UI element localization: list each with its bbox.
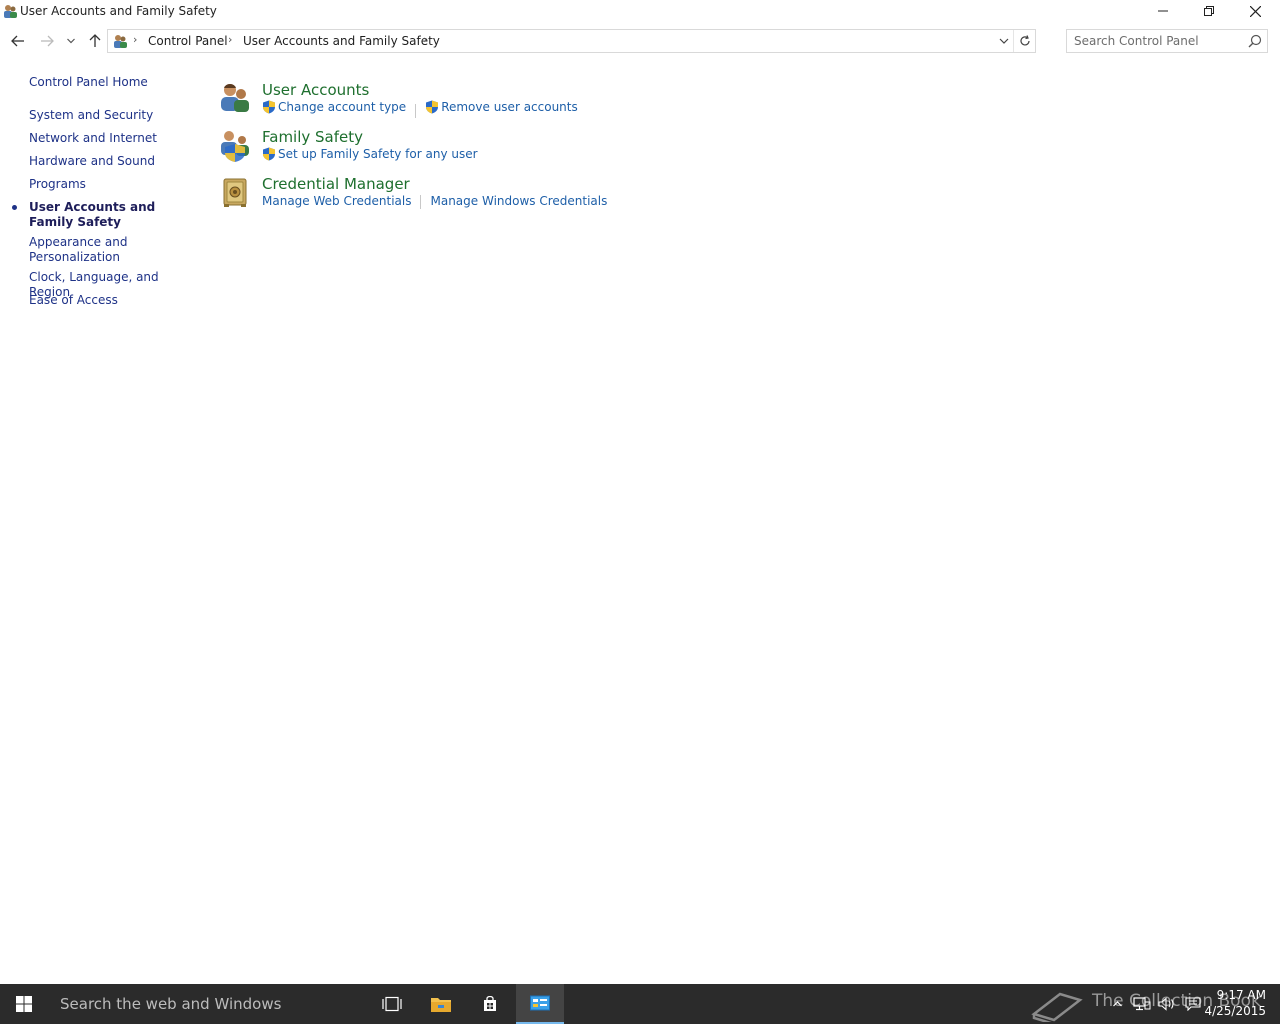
search-icon[interactable]: [1248, 34, 1262, 48]
clock-time: 9:17 AM: [1216, 988, 1266, 1002]
minimize-icon: [1158, 10, 1168, 12]
navigation-bar: › Control Panel › User Accounts and Fami…: [0, 28, 1280, 54]
taskbar-search-box[interactable]: Search the web and Windows: [48, 984, 368, 1024]
breadcrumb-control-panel[interactable]: Control Panel: [148, 34, 228, 48]
sidebar-item-system-and-security[interactable]: System and Security: [29, 108, 189, 123]
taskbar-clock[interactable]: 9:17 AM 4/25/2015: [1204, 987, 1266, 1019]
forward-button[interactable]: [37, 31, 57, 51]
remove-user-accounts-link[interactable]: Remove user accounts: [425, 100, 578, 114]
search-box[interactable]: [1066, 29, 1268, 53]
sidebar-item-user-accounts[interactable]: User Accounts and Family Safety: [29, 200, 179, 230]
remove-user-accounts-label: Remove user accounts: [441, 100, 578, 114]
recent-locations-button[interactable]: [62, 31, 80, 51]
link-separator: [420, 194, 422, 209]
user-accounts-links: Change account type Remove user accounts: [262, 100, 578, 118]
start-button[interactable]: [0, 984, 48, 1024]
back-arrow-icon: [11, 35, 24, 47]
taskbar: Search the web and Windows The Collectio…: [0, 984, 1280, 1024]
store-bag-icon: [484, 996, 496, 1011]
family-safety-icon[interactable]: [218, 128, 252, 162]
address-bar[interactable]: › Control Panel › User Accounts and Fami…: [107, 29, 1036, 53]
back-button[interactable]: [8, 31, 28, 51]
chevron-right-icon[interactable]: ›: [228, 33, 232, 46]
breadcrumb-user-accounts[interactable]: User Accounts and Family Safety: [243, 34, 440, 48]
credential-manager-title[interactable]: Credential Manager: [262, 175, 410, 193]
close-icon: [1249, 5, 1261, 17]
uac-shield-icon: [263, 147, 275, 161]
action-center-icon: [1185, 997, 1201, 1011]
folder-icon: [431, 998, 451, 1012]
action-center-button[interactable]: [1182, 984, 1204, 1024]
sidebar-item-programs[interactable]: Programs: [29, 177, 189, 192]
credential-manager-links: Manage Web Credentials Manage Windows Cre…: [262, 194, 607, 209]
search-input[interactable]: [1074, 33, 1239, 49]
user-accounts-icon[interactable]: [218, 81, 252, 115]
control-panel-icon: [530, 995, 550, 1011]
set-up-family-safety-label: Set up Family Safety for any user: [278, 147, 478, 161]
manage-windows-credentials-link[interactable]: Manage Windows Credentials: [430, 194, 607, 208]
clock-date: 4/25/2015: [1204, 1004, 1266, 1018]
sidebar-item-appearance[interactable]: Appearance and Personalization: [29, 235, 129, 265]
taskbar-search-placeholder: Search the web and Windows: [60, 995, 282, 1013]
chevron-right-icon[interactable]: ›: [133, 33, 137, 46]
uac-shield-icon: [426, 100, 439, 114]
change-account-type-link[interactable]: Change account type: [262, 100, 406, 114]
chevron-right-icon[interactable]: ›: [423, 33, 427, 46]
restore-icon: [1204, 6, 1214, 16]
set-up-family-safety-link[interactable]: Set up Family Safety for any user: [262, 147, 478, 161]
manage-web-credentials-link[interactable]: Manage Web Credentials: [262, 194, 411, 208]
forward-arrow-icon: [41, 35, 54, 47]
task-view-button[interactable]: [368, 984, 416, 1024]
show-hidden-icons-button[interactable]: [1108, 984, 1126, 1024]
network-icon: [1133, 997, 1151, 1011]
windows-logo-icon: [16, 996, 32, 1012]
sidebar-item-network-and-internet[interactable]: Network and Internet: [29, 131, 189, 146]
user-accounts-small-icon: [114, 35, 127, 48]
link-separator: [415, 103, 417, 118]
chevron-up-icon: [1112, 1001, 1122, 1007]
volume-icon: [1158, 997, 1174, 1011]
up-arrow-icon: [89, 34, 101, 47]
sidebar-item-control-panel-home[interactable]: Control Panel Home: [29, 75, 189, 90]
address-history-dropdown[interactable]: [995, 32, 1013, 50]
volume-tray-button[interactable]: [1156, 984, 1178, 1024]
refresh-icon: [1019, 35, 1030, 46]
store-taskbar-button[interactable]: [466, 984, 514, 1024]
sidebar-item-hardware-and-sound[interactable]: Hardware and Sound: [29, 154, 189, 169]
active-item-bullet-icon: [12, 205, 17, 210]
chevron-down-icon: [67, 38, 75, 44]
user-accounts-title[interactable]: User Accounts: [262, 81, 369, 99]
control-panel-window: User Accounts and Family Safety › Contro…: [0, 0, 1280, 984]
task-view-icon: [382, 996, 402, 1012]
change-account-type-label: Change account type: [278, 100, 407, 114]
user-accounts-small-icon: [4, 5, 17, 18]
refresh-button[interactable]: [1013, 30, 1035, 52]
sidebar-item-ease-of-access[interactable]: Ease of Access: [29, 293, 189, 308]
credential-manager-icon[interactable]: [218, 175, 252, 209]
minimize-button[interactable]: [1140, 0, 1186, 22]
family-safety-links: Set up Family Safety for any user: [262, 147, 478, 164]
book-icon: [1031, 992, 1083, 1022]
title-bar[interactable]: User Accounts and Family Safety: [0, 0, 1280, 22]
restore-button[interactable]: [1186, 0, 1232, 22]
network-tray-button[interactable]: [1130, 984, 1154, 1024]
file-explorer-taskbar-button[interactable]: [417, 984, 465, 1024]
up-button[interactable]: [85, 31, 105, 51]
control-panel-taskbar-button[interactable]: [516, 984, 564, 1024]
uac-shield-icon: [263, 100, 275, 114]
close-button[interactable]: [1232, 0, 1278, 22]
chevron-down-icon: [999, 38, 1009, 44]
family-safety-title[interactable]: Family Safety: [262, 128, 363, 146]
window-title: User Accounts and Family Safety: [20, 4, 217, 18]
